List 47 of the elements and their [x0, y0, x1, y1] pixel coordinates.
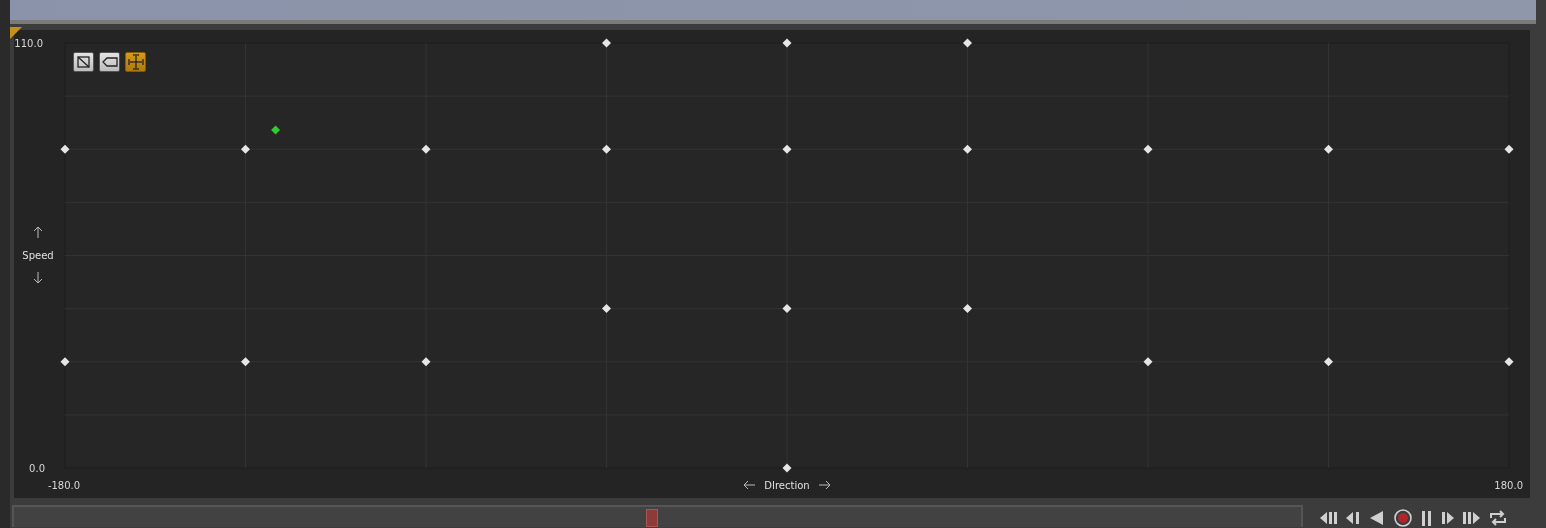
timeline-track[interactable] — [12, 505, 1303, 527]
y-tick-label: 110.0 — [14, 38, 43, 49]
sample-point[interactable] — [782, 463, 792, 473]
sample-point[interactable] — [60, 357, 70, 367]
sample-point[interactable] — [963, 144, 972, 154]
sample-point[interactable] — [1504, 144, 1514, 154]
sample-point[interactable] — [963, 38, 972, 48]
sample-point[interactable] — [963, 303, 972, 313]
sample-point[interactable] — [782, 144, 792, 154]
step-forward-button[interactable] — [1440, 509, 1456, 527]
tag-icon — [101, 57, 118, 67]
x-axis-label: DIrection — [764, 480, 810, 491]
y-axis-label: Speed — [22, 250, 54, 261]
corner-icon — [10, 27, 22, 39]
sample-point[interactable] — [782, 303, 792, 313]
sample-point[interactable] — [1324, 357, 1333, 367]
loop-button[interactable] — [1488, 509, 1508, 527]
sample-point[interactable] — [602, 144, 611, 154]
sample-point[interactable] — [1143, 357, 1153, 367]
sample-point[interactable] — [241, 144, 250, 154]
x-tick-label: 180.0 — [1494, 480, 1523, 491]
sample-point[interactable] — [271, 125, 281, 135]
sample-point[interactable] — [602, 303, 611, 313]
record-button[interactable] — [1393, 509, 1413, 527]
pause-button[interactable] — [1419, 509, 1434, 527]
sample-point[interactable] — [782, 38, 792, 48]
sample-point[interactable] — [602, 38, 611, 48]
graph-tool-button[interactable] — [73, 52, 94, 72]
step-back-button[interactable] — [1345, 509, 1361, 527]
sample-point[interactable] — [241, 357, 250, 367]
skip-start-button[interactable] — [1319, 509, 1339, 527]
left-arrow-icon — [743, 480, 756, 490]
right-arrow-icon — [818, 480, 831, 490]
down-arrow-icon — [33, 271, 43, 284]
sample-point[interactable] — [1504, 357, 1514, 367]
y-tick-label: 0.0 — [29, 463, 45, 474]
x-tick-label: -180.0 — [47, 480, 81, 491]
skip-end-button[interactable] — [1462, 509, 1482, 527]
move-icon — [127, 54, 144, 70]
up-arrow-icon — [33, 226, 43, 239]
sample-point[interactable] — [421, 357, 431, 367]
sample-point[interactable] — [1143, 144, 1153, 154]
sample-point[interactable] — [1324, 144, 1333, 154]
sample-point[interactable] — [60, 144, 70, 154]
graph-tool-button[interactable] — [99, 52, 120, 72]
sample-point[interactable] — [421, 144, 431, 154]
grid-icon — [76, 55, 91, 69]
